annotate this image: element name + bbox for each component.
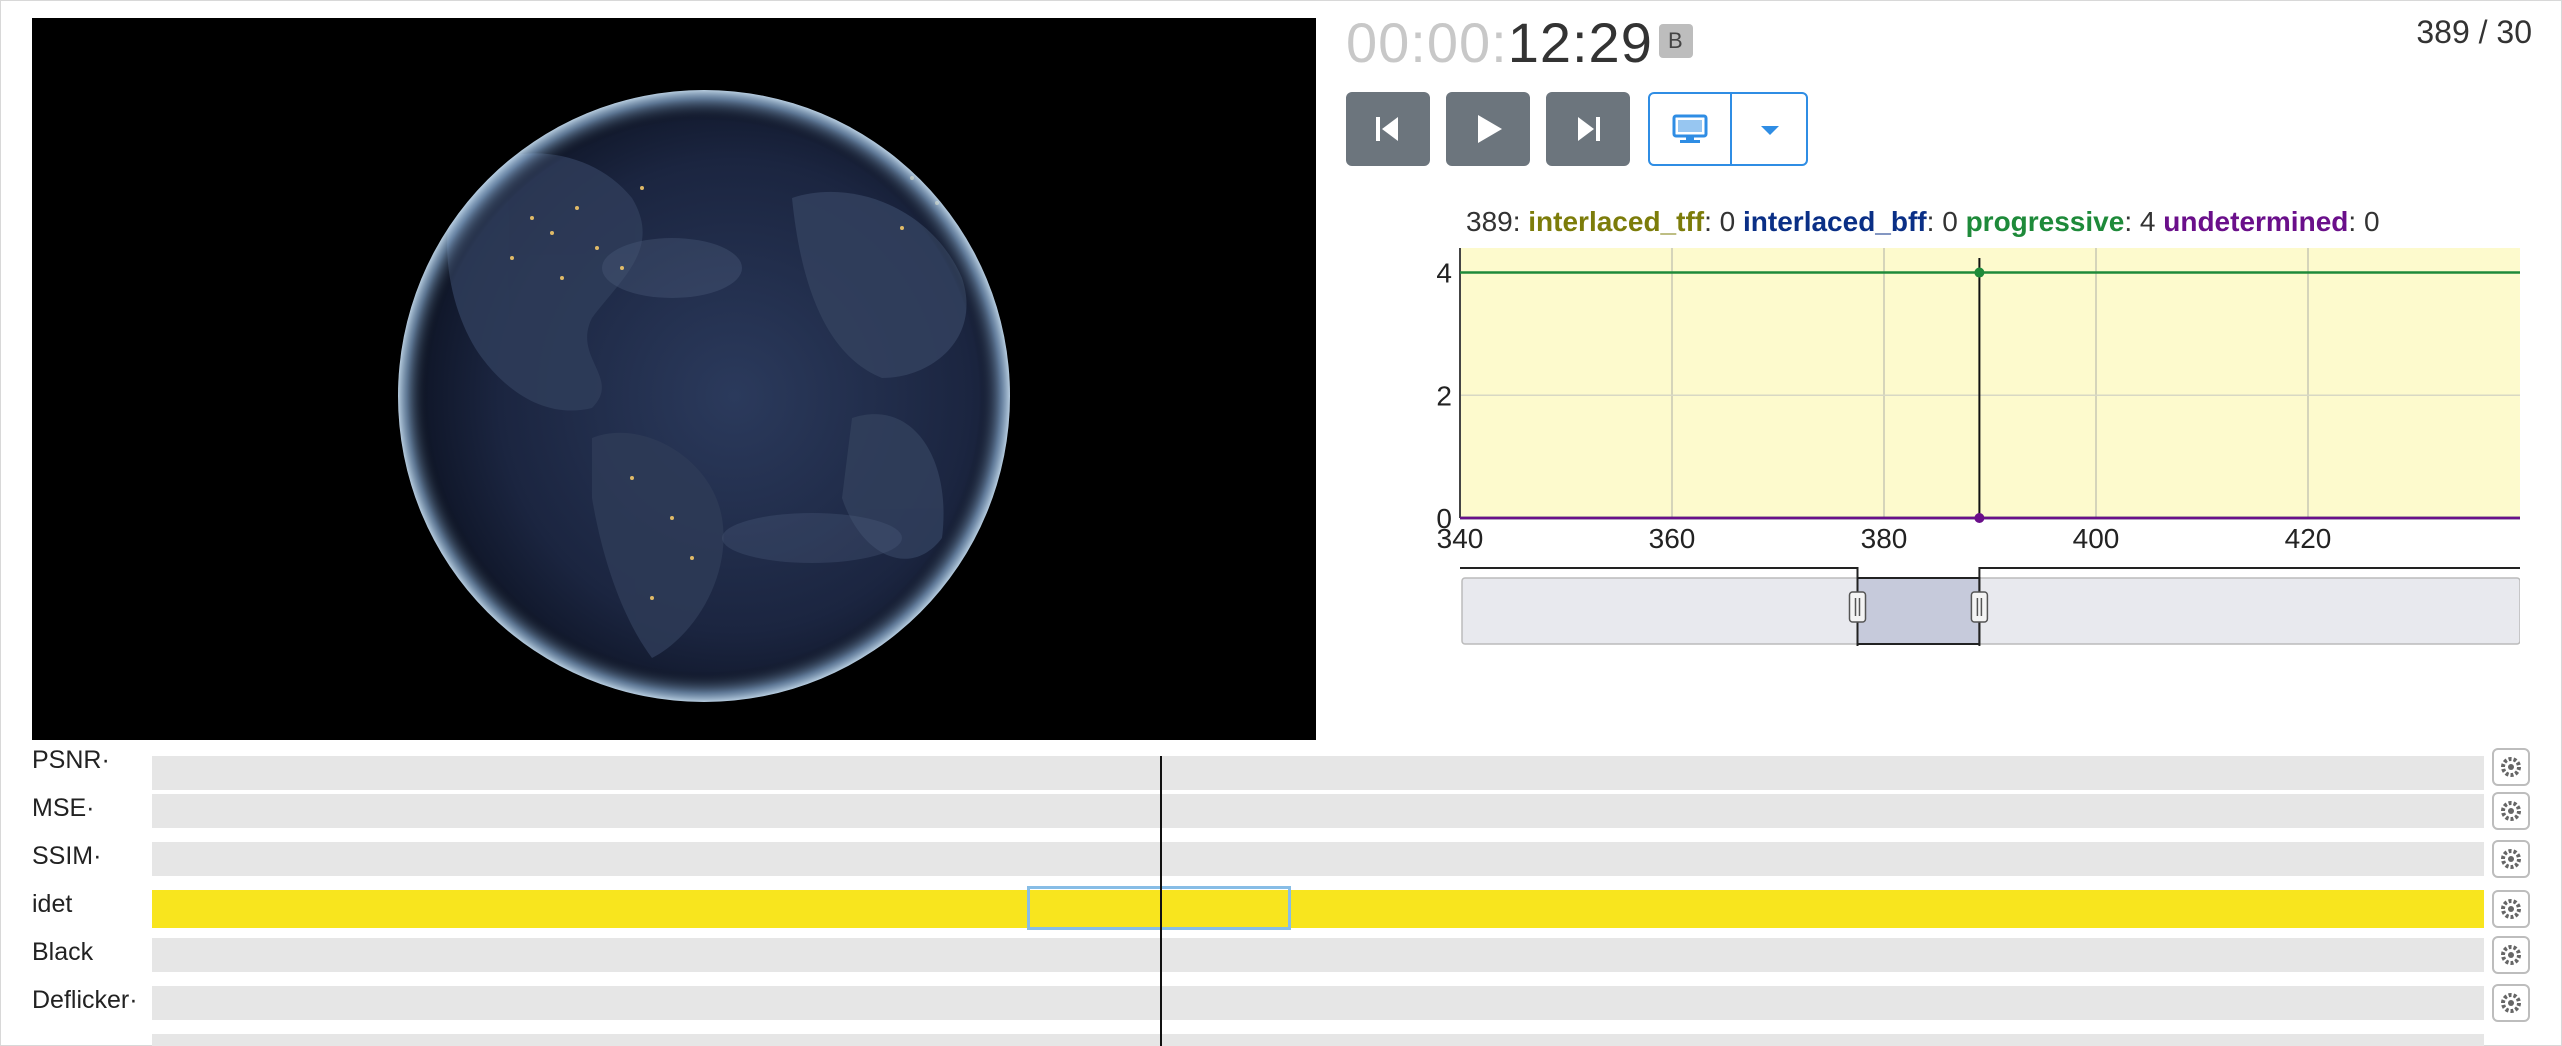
timecode-value: 12:29: [1507, 11, 1653, 74]
frame-counter: 389 / 30: [2416, 14, 2532, 50]
row-bar-mse[interactable]: [152, 794, 2484, 828]
skip-back-icon: [1376, 117, 1398, 141]
range-selector-window: [1856, 577, 1981, 645]
row-label-idet: idet: [32, 890, 73, 918]
y-tick-label: 0: [1436, 503, 1452, 534]
row-label-psnr: PSNR·: [32, 746, 110, 774]
play-icon: [1478, 115, 1502, 143]
progressive-point: [1974, 267, 1985, 278]
timecode-prefix: 00:00:: [1346, 11, 1508, 74]
row-label-black: Black: [32, 938, 94, 966]
settings-button-mse[interactable]: [2492, 792, 2530, 830]
legend-undetermined-name: undetermined: [2163, 206, 2349, 237]
gear-icon: [2501, 899, 2521, 919]
settings-button-deflicker[interactable]: [2492, 984, 2530, 1022]
row-bar-idet[interactable]: [152, 890, 2484, 928]
legend-progressive-value: 4: [2139, 206, 2156, 237]
play-button[interactable]: [1446, 92, 1530, 166]
settings-button-black[interactable]: [2492, 936, 2530, 974]
gear-icon: [2501, 757, 2521, 777]
display-mode-button[interactable]: [1650, 94, 1730, 164]
y-tick-label: 4: [1436, 258, 1452, 289]
row-bar-deflicker[interactable]: [152, 986, 2484, 1020]
legend-bff-name: interlaced_bff: [1743, 206, 1927, 237]
legend-tff-name: interlaced_tff: [1528, 206, 1705, 237]
monitor-icon: [1672, 114, 1708, 143]
caret-down-icon: [1761, 126, 1779, 135]
x-tick-label: 400: [2073, 523, 2120, 554]
display-mode-group: [1648, 92, 1808, 166]
legend-bff-value: 0: [1942, 206, 1958, 237]
timecode-display: 00:00:12:29 B: [1346, 8, 1693, 78]
gear-icon: [2501, 993, 2521, 1013]
range-handle-right[interactable]: [1970, 591, 1989, 623]
chart-legend: 389: interlaced_tff: 0 interlaced_bff: 0…: [1466, 206, 2380, 237]
timecode-badge: B: [1658, 24, 1693, 59]
video-preview[interactable]: [32, 18, 1316, 740]
legend-progressive-name: progressive: [1965, 206, 2125, 237]
display-mode-dropdown[interactable]: [1732, 94, 1808, 164]
settings-button-idet[interactable]: [2492, 890, 2530, 928]
settings-button-ssim[interactable]: [2492, 840, 2530, 878]
row-bar-ssim[interactable]: [152, 842, 2484, 876]
undetermined-point: [1974, 513, 1985, 523]
row-label-mse: MSE·: [32, 794, 95, 822]
x-tick-label: 360: [1649, 523, 1696, 554]
range-handle-left[interactable]: [1848, 591, 1867, 623]
row-bar-next[interactable]: [152, 1034, 2484, 1046]
gear-icon: [2501, 849, 2521, 869]
selection-box[interactable]: [1027, 886, 1291, 930]
row-bar-psnr[interactable]: [152, 756, 2484, 790]
row-label-ssim: SSIM·: [32, 842, 102, 870]
gear-icon: [2501, 945, 2521, 965]
y-tick-label: 2: [1436, 380, 1452, 411]
earth-image: [398, 90, 1010, 702]
next-frame-button[interactable]: [1546, 92, 1630, 166]
row-label-deflicker: Deflicker·: [32, 986, 138, 1014]
gear-icon: [2501, 801, 2521, 821]
range-selector-track: [1461, 577, 2520, 645]
legend-frame: 389: [1466, 206, 1513, 237]
settings-button-psnr[interactable]: [2492, 748, 2530, 786]
x-tick-label: 420: [2285, 523, 2332, 554]
playhead-line[interactable]: [1160, 756, 1162, 1046]
row-bar-black[interactable]: [152, 938, 2484, 972]
legend-undetermined-value: 0: [2363, 206, 2380, 237]
plot-area: [1460, 248, 2520, 518]
skip-forward-icon: [1578, 117, 1600, 141]
prev-frame-button[interactable]: [1346, 92, 1430, 166]
idet-chart[interactable]: 340 360 380 400 420024: [1420, 240, 2520, 660]
legend-tff-value: 0: [1719, 206, 1736, 237]
x-tick-label: 380: [1861, 523, 1908, 554]
